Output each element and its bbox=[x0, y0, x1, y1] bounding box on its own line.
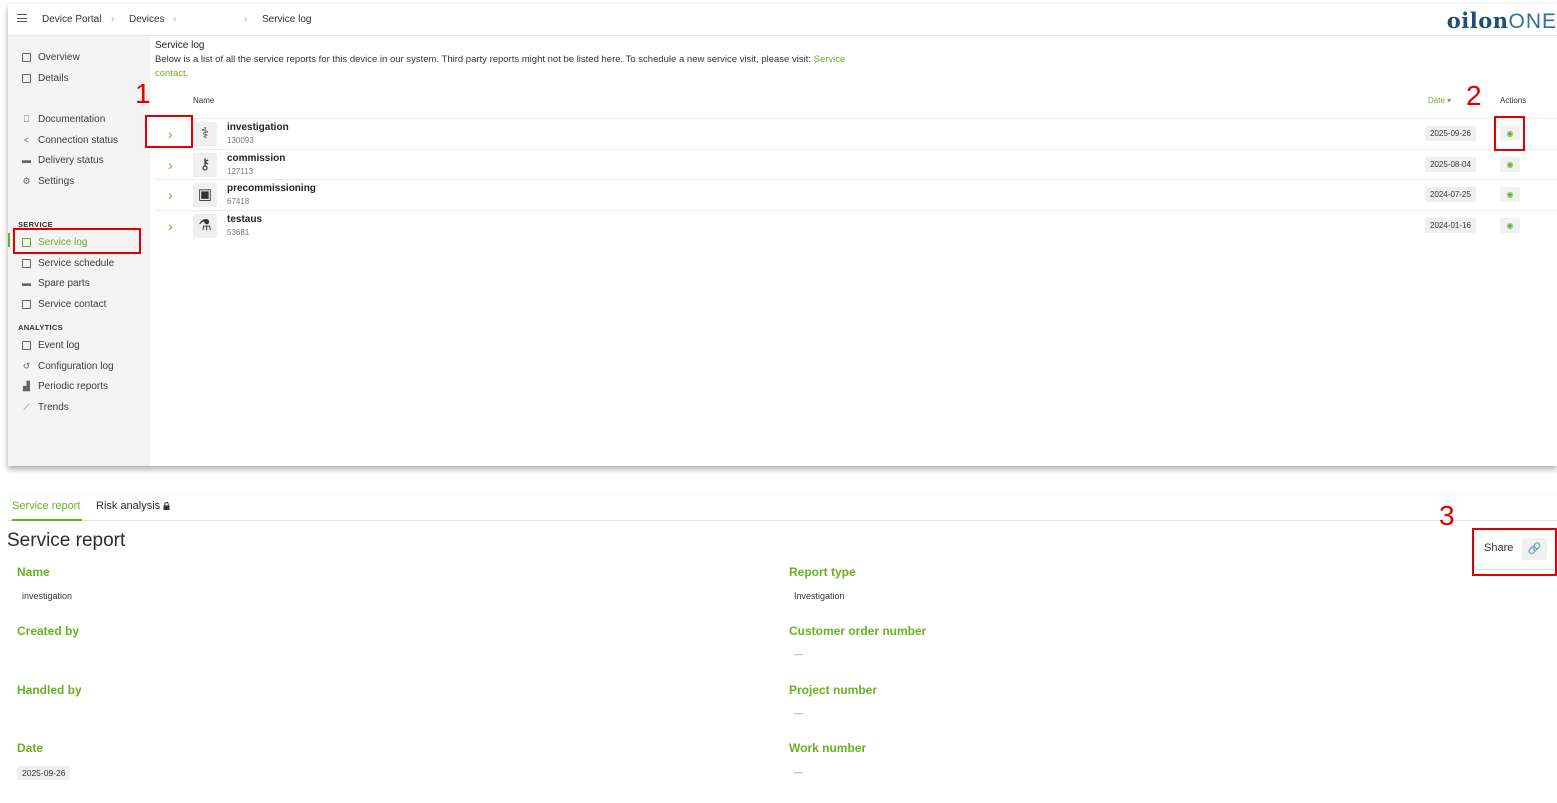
table-row: › ⚗ testaus 53681 2024-01-16 ◉ bbox=[155, 210, 1557, 241]
field-label-customer-order-number: Customer order number bbox=[789, 624, 927, 638]
page-description: Below is a list of all the service repor… bbox=[155, 54, 846, 79]
list-icon bbox=[22, 73, 31, 83]
device-portal-panel: Device Portal › Devices › › Service log … bbox=[8, 4, 1557, 466]
sidebar-item-connection-status[interactable]: < Connection status bbox=[22, 132, 118, 148]
row-date: 2024-07-25 bbox=[1425, 187, 1476, 202]
breadcrumb-separator-icon: › bbox=[244, 14, 248, 25]
active-tab-underline bbox=[12, 519, 82, 521]
column-header-actions: Actions bbox=[1500, 96, 1527, 105]
breadcrumb-separator-icon: › bbox=[173, 14, 177, 25]
share-icon: < bbox=[23, 134, 30, 145]
tab-service-report[interactable]: Service report bbox=[12, 500, 80, 512]
table-row: › ⚷ commission 127113 2025-08-04 ◉ bbox=[155, 149, 1557, 180]
field-label-work-number: Work number bbox=[789, 741, 867, 755]
annotation-box-3 bbox=[1472, 528, 1557, 576]
field-value-date: 2025-09-26 bbox=[17, 766, 71, 780]
expand-row-chevron-icon[interactable]: › bbox=[168, 218, 173, 234]
page-title: Service log bbox=[155, 40, 205, 51]
lock-icon bbox=[163, 502, 170, 510]
field-label-date: Date bbox=[17, 741, 44, 755]
view-report-eye-icon[interactable]: ◉ bbox=[1500, 187, 1520, 202]
row-date: 2024-01-16 bbox=[1425, 218, 1476, 233]
report-tabs: Service report Risk analysis bbox=[8, 494, 1557, 521]
active-indicator bbox=[8, 233, 10, 247]
oilon-one-logo: oilonONE bbox=[1446, 8, 1557, 33]
sidebar-item-event-log[interactable]: Event log bbox=[22, 337, 80, 353]
expand-row-chevron-icon[interactable]: › bbox=[168, 187, 173, 203]
row-date: 2025-08-04 bbox=[1425, 157, 1476, 172]
field-value-name: investigation bbox=[22, 591, 73, 601]
field-label-handled-by: Handled by bbox=[17, 683, 82, 697]
row-number: 67418 bbox=[227, 197, 250, 206]
view-report-eye-icon[interactable]: ◉ bbox=[1500, 157, 1520, 172]
tab-risk-analysis[interactable]: Risk analysis bbox=[96, 500, 170, 512]
briefcase-icon: ▣ bbox=[193, 183, 217, 207]
sidebar-item-documentation[interactable]: ⎕ Documentation bbox=[22, 111, 105, 127]
event-log-icon bbox=[22, 340, 31, 350]
top-bar: Device Portal › Devices › › Service log … bbox=[8, 4, 1557, 36]
annotation-box-service-log bbox=[13, 228, 141, 254]
sort-desc-icon: ▾ bbox=[1447, 96, 1452, 105]
row-date: 2025-09-26 bbox=[1425, 126, 1476, 141]
service-log-content: Service log Below is a list of all the s… bbox=[155, 36, 1557, 466]
book-icon: ⎕ bbox=[23, 113, 30, 124]
sidebar-item-trends[interactable]: ⟋ Trends bbox=[22, 399, 68, 415]
field-value-work-number: — bbox=[794, 767, 803, 777]
view-report-eye-icon[interactable]: ◉ bbox=[1500, 218, 1520, 233]
sidebar-item-delivery-status[interactable]: ▬ Delivery status bbox=[22, 152, 104, 168]
annotation-number-3: 3 bbox=[1439, 500, 1455, 531]
annotation-number-1: 1 bbox=[135, 78, 151, 109]
row-name: investigation bbox=[227, 122, 289, 133]
sidebar-item-settings[interactable]: ⚙ Settings bbox=[22, 173, 74, 189]
column-header-name: Name bbox=[193, 96, 215, 105]
window-icon bbox=[22, 52, 31, 62]
breadcrumb-devices[interactable]: Devices bbox=[129, 14, 165, 25]
field-label-created-by: Created by bbox=[17, 624, 80, 638]
row-name: precommissioning bbox=[227, 183, 316, 194]
sidebar-item-service-contact[interactable]: Service contact bbox=[22, 296, 106, 312]
field-value-customer-order-number: — bbox=[794, 649, 803, 659]
sidebar-item-details[interactable]: Details bbox=[22, 70, 69, 86]
row-name: testaus bbox=[227, 214, 263, 225]
sidebar-item-spare-parts[interactable]: ▬ Spare parts bbox=[22, 275, 90, 291]
gears-icon: ⚙ bbox=[22, 175, 31, 186]
sidebar-item-overview[interactable]: Overview bbox=[22, 49, 80, 65]
key-icon: ⚷ bbox=[193, 153, 217, 177]
toolbox-icon: ▬ bbox=[22, 277, 31, 288]
expand-row-chevron-icon[interactable]: › bbox=[168, 157, 173, 173]
truck-icon: ▬ bbox=[22, 154, 31, 165]
column-header-date[interactable]: Date ▾ bbox=[1428, 96, 1451, 105]
flask-icon: ⚗ bbox=[193, 214, 217, 238]
line-chart-icon: ⟋ bbox=[23, 401, 30, 412]
row-number: 127113 bbox=[227, 167, 254, 176]
breadcrumb-device-portal[interactable]: Device Portal bbox=[42, 14, 101, 25]
annotation-box-1 bbox=[145, 115, 193, 148]
breadcrumb-service-log: Service log bbox=[262, 14, 312, 25]
sidebar-item-service-schedule[interactable]: Service schedule bbox=[22, 255, 114, 271]
field-label-project-number: Project number bbox=[789, 683, 878, 697]
contact-card-icon bbox=[22, 299, 31, 309]
field-label-name: Name bbox=[17, 565, 50, 579]
annotation-number-2: 2 bbox=[1466, 80, 1482, 111]
report-title: Service report bbox=[7, 530, 126, 551]
sidebar-item-configuration-log[interactable]: ↺ Configuration log bbox=[22, 358, 114, 374]
hamburger-menu-icon[interactable] bbox=[17, 14, 27, 22]
bar-chart-icon: ▟ bbox=[23, 380, 30, 391]
field-value-report-type: Investigation bbox=[794, 591, 845, 601]
annotation-box-2 bbox=[1494, 116, 1525, 151]
row-name: commission bbox=[227, 153, 286, 164]
calendar-icon bbox=[22, 258, 31, 268]
field-label-report-type: Report type bbox=[789, 565, 856, 579]
stethoscope-icon: ⚕ bbox=[193, 122, 217, 146]
sidebar-heading-analytics: ANALYTICS bbox=[18, 323, 63, 332]
history-icon: ↺ bbox=[22, 360, 31, 371]
breadcrumb-separator-icon: › bbox=[111, 14, 115, 25]
row-number: 130093 bbox=[227, 136, 254, 145]
field-value-project-number: — bbox=[794, 708, 803, 718]
table-row: › ⚕ investigation 130093 2025-09-26 ◉ bbox=[155, 118, 1557, 149]
row-number: 53681 bbox=[227, 228, 250, 237]
table-row: › ▣ precommissioning 67418 2024-07-25 ◉ bbox=[155, 179, 1557, 210]
sidebar-item-periodic-reports[interactable]: ▟ Periodic reports bbox=[22, 378, 108, 394]
